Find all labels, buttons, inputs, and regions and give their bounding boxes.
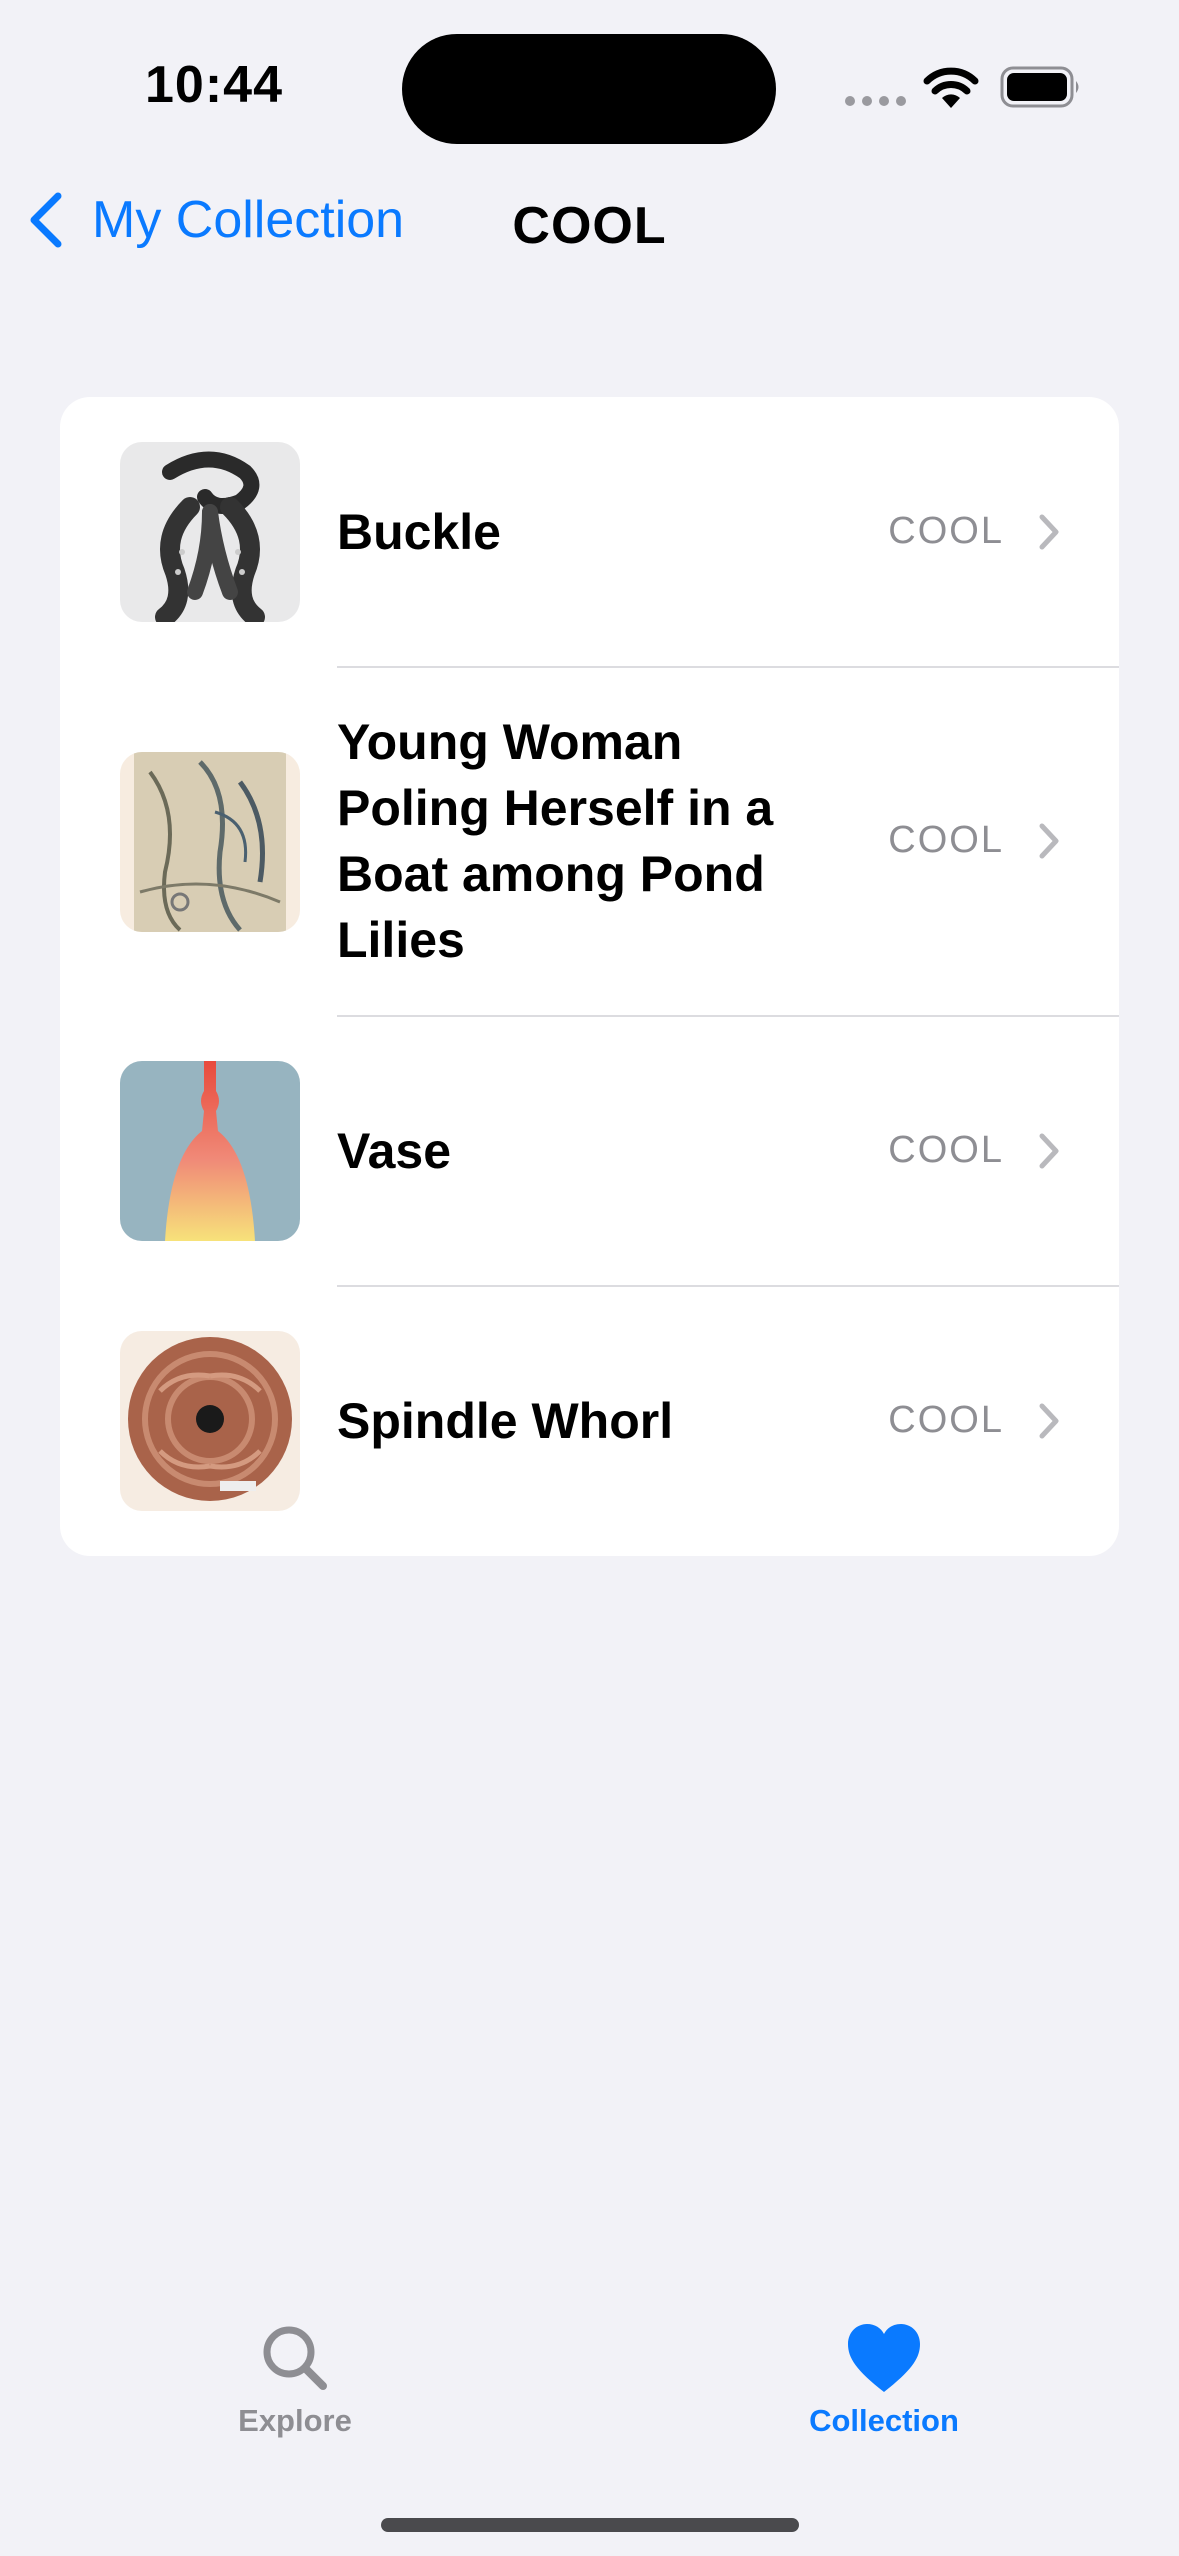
chevron-right-icon [1039,1133,1059,1169]
search-icon [263,2326,327,2390]
item-name: Spindle Whorl [337,1393,674,1449]
item-name: Vase [337,1123,452,1179]
list-item[interactable]: Spindle Whorl COOL [60,1286,1119,1556]
painting-thumbnail [120,752,300,932]
wifi-icon [923,67,979,108]
chevron-right-icon [1039,1403,1059,1439]
list-item[interactable]: Young Woman Poling Herself in a Boat amo… [60,667,1119,1016]
collection-list: Buckle COOL Young Woman Poling Herself i… [60,397,1119,1556]
tab-collection-label: Collection [809,2403,959,2438]
heart-icon [848,2324,920,2392]
item-tag: COOL [888,1129,1004,1171]
tab-explore-label: Explore [238,2403,352,2438]
cellular-signal-icon [845,96,906,106]
chevron-right-icon [1039,514,1059,550]
battery-icon [1000,66,1079,108]
item-tag: COOL [888,1399,1004,1441]
list-item[interactable]: Vase COOL [60,1016,1119,1286]
list-item[interactable]: Buckle COOL [60,397,1119,667]
item-name: Buckle [337,504,501,560]
home-indicator [381,2518,799,2532]
status-time: 10:44 [145,56,283,114]
item-tag: COOL [888,510,1004,552]
spindle-whorl-thumbnail [120,1331,300,1511]
item-tag: COOL [888,819,1004,861]
vase-thumbnail [120,1061,300,1241]
tab-collection[interactable]: Collection [754,2322,1014,2439]
dynamic-island [402,34,776,144]
item-name: Young Woman Poling Herself in a Boat amo… [337,714,774,968]
page-title: COOL [512,197,667,255]
chevron-right-icon [1039,823,1059,859]
tab-explore[interactable]: Explore [165,2322,425,2439]
buckle-thumbnail [120,442,300,622]
